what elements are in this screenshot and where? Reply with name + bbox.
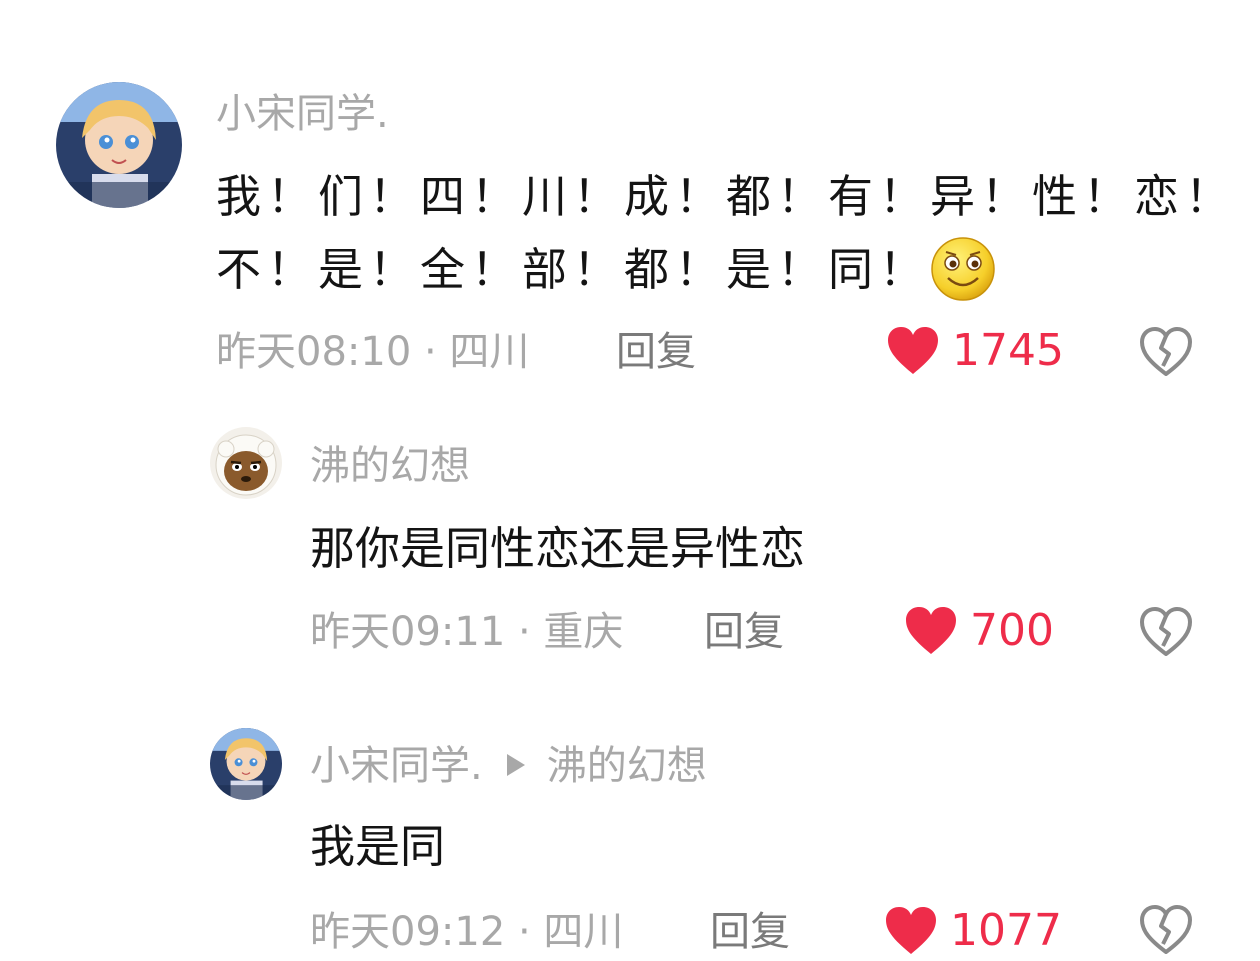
avatar-image: [56, 82, 182, 208]
smiling-face-emoji-icon: [930, 236, 996, 302]
comment-meta: 昨天09:12 · 四川: [310, 909, 624, 955]
reply-button[interactable]: 回复: [704, 612, 784, 652]
reply-button[interactable]: 回复: [710, 912, 790, 952]
like-button[interactable]: 700: [904, 606, 1054, 656]
reply-to-arrow-icon: [506, 754, 525, 776]
broken-heart-icon: [1140, 607, 1192, 656]
broken-heart-icon: [1140, 905, 1192, 954]
broken-heart-icon: [1140, 327, 1192, 376]
comment-meta: 昨天09:11 · 重庆: [310, 609, 624, 655]
comment-text: 我是同: [310, 820, 446, 873]
comment-text-line-2: 不！是！全！部！都！是！同！: [216, 237, 996, 306]
comment-meta: 昨天08:10 · 四川: [216, 329, 530, 375]
heart-icon: [886, 907, 936, 954]
comment-2: 沸的幻想 那你是同性恋还是异性恋 昨天09:11 · 重庆 回复 700: [0, 400, 1260, 690]
heart-icon: [888, 327, 938, 374]
avatar-image: [210, 728, 282, 800]
like-count: 700: [970, 605, 1054, 656]
comment-username[interactable]: 沸的幻想: [310, 446, 470, 486]
like-count: 1077: [950, 905, 1062, 956]
avatar-image: [210, 427, 282, 499]
like-count: 1745: [952, 325, 1064, 376]
comment-text: 那你是同性恋还是异性恋: [310, 522, 806, 575]
reply-to-username[interactable]: 沸的幻想: [547, 743, 707, 789]
comment-1: 小宋同学. 我！们！四！川！成！都！有！异！性！恋！ 不！是！全！部！都！是！同…: [0, 0, 1260, 400]
heart-icon: [906, 607, 956, 654]
avatar-xiaosong[interactable]: [56, 82, 182, 208]
like-button[interactable]: 1745: [886, 326, 1064, 376]
comment-text-line-2-text: 不！是！全！部！都！是！同！: [216, 243, 931, 296]
dislike-button[interactable]: [1138, 606, 1194, 658]
avatar-feideyuanxiang[interactable]: [210, 427, 282, 499]
comment-text-line-1: 我！们！四！川！成！都！有！异！性！恋！: [216, 170, 1237, 223]
avatar-xiaosong[interactable]: [210, 728, 282, 800]
reply-button[interactable]: 回复: [616, 332, 696, 372]
comment-username-line: 小宋同学. 沸的幻想: [310, 746, 707, 786]
dislike-button[interactable]: [1138, 904, 1194, 956]
comment-username[interactable]: 小宋同学.: [216, 94, 389, 134]
comment-3: 小宋同学. 沸的幻想 我是同 昨天09:12 · 四川 回复 1077: [0, 690, 1260, 961]
dislike-button[interactable]: [1138, 326, 1194, 378]
comment-username[interactable]: 小宋同学.: [310, 743, 483, 789]
like-button[interactable]: 1077: [884, 906, 1062, 956]
